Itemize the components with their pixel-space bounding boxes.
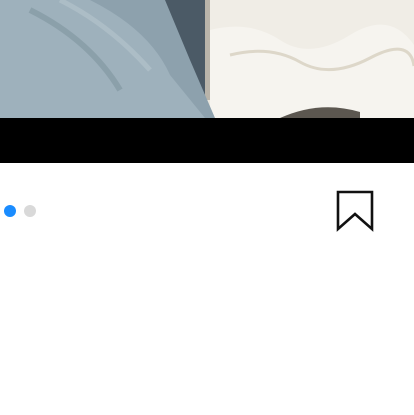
photo-graphic bbox=[0, 0, 414, 118]
carousel-indicator bbox=[4, 205, 36, 217]
carousel-dot-1[interactable] bbox=[4, 205, 16, 217]
photo-bottom-bar bbox=[0, 118, 414, 163]
post-photo[interactable] bbox=[0, 0, 414, 118]
carousel-dot-2[interactable] bbox=[24, 205, 36, 217]
bookmark-icon[interactable] bbox=[336, 190, 376, 232]
post-screen bbox=[0, 0, 414, 415]
